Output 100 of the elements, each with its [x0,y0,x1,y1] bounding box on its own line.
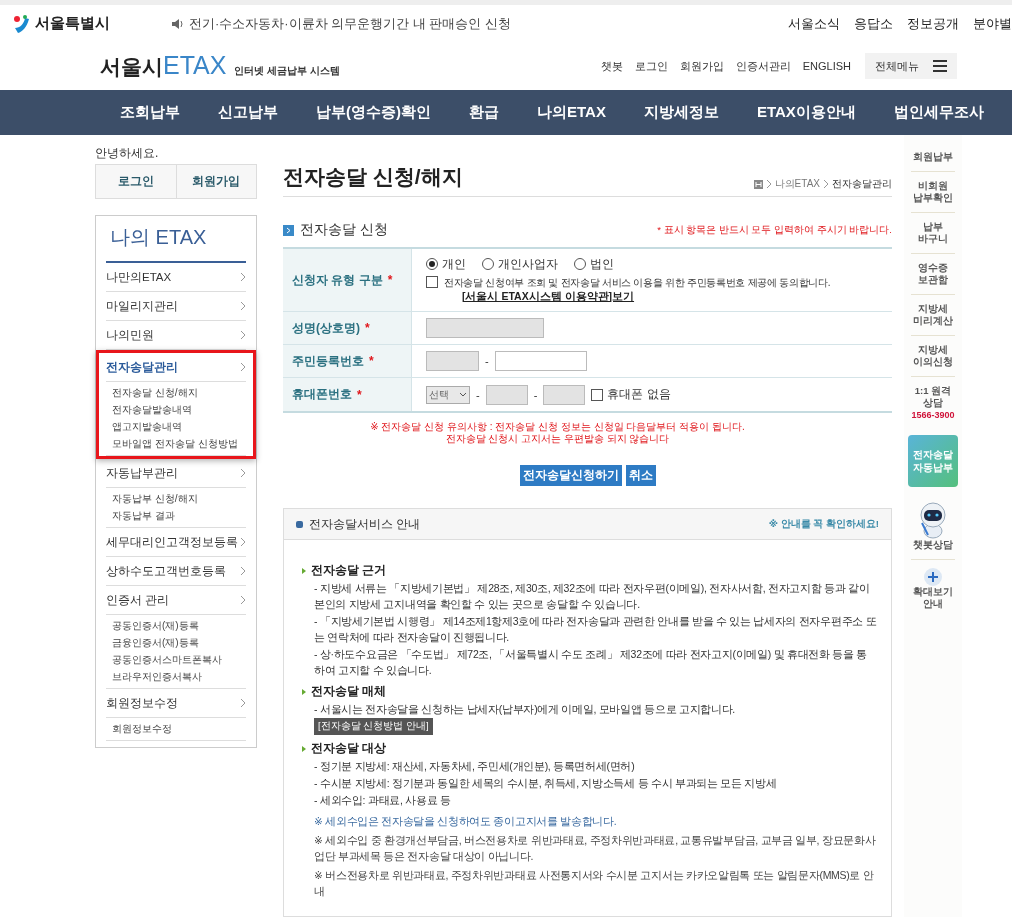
tagline: 인터넷 세금납부 시스템 [234,64,340,78]
side-menu-item[interactable]: 인증서 관리 [106,586,246,615]
side-link[interactable]: 비회원 납부확인 [911,172,955,213]
brand-name[interactable]: 서울시 [100,53,163,81]
checkbox[interactable] [591,388,604,401]
chevron-icon [240,566,246,576]
info-text: - 수시분 지방세: 정기분과 동일한 세목의 수시분, 취득세, 지방소득세 등 수시 부과되는 모든 지방세 [314,776,778,791]
terms-link[interactable]: [서울시 ETAX시스템 이용약관]보기 [462,289,831,304]
side-menu-item[interactable]: 마일리지관리 [106,292,246,321]
apply-button[interactable]: 전자송달신청하기 [519,465,622,486]
side-link[interactable]: 영수증 보관함 [911,254,955,295]
side-link-text: 이의신청 [913,356,953,368]
login-button[interactable]: 회원가입 [175,165,256,198]
side-submenu-item[interactable]: 전자송달발송내역 [112,403,246,417]
side-link[interactable]: 지방세 이의신청 [911,336,955,377]
checkbox[interactable] [426,275,438,288]
side-link[interactable]: 1:1 원격 상담 1566-3900 [911,377,955,429]
side-submenu-item[interactable]: 자동납부 결과 [112,509,246,523]
header-link[interactable]: 로그인 [634,58,668,74]
consent-text: 전자송달 신청여부 조회 및 전자송달 서비스 이용을 위한 주민등록번호 제공에 동의합니다. [444,275,831,290]
phone-number: 1566-3900 [911,409,955,421]
side-submenu-item[interactable]: 공동인증서(재)등록 [112,619,246,633]
nav-item[interactable]: 나의ETAX [537,103,606,122]
side-link-text: 비회원 [918,180,948,192]
breadcrumb-link[interactable]: 전자송달관리 [832,177,892,191]
side-submenu-item[interactable]: 회원정보수정 [112,722,246,736]
side-menu-title: 나의 ETAX [106,216,246,263]
side-link-text: 납부 [923,221,943,233]
nav-item[interactable]: 지방세정보 [643,103,719,122]
chevron-icon [240,272,246,282]
side-link[interactable]: 지방세 미리계산 [911,295,955,336]
side-link[interactable]: 회원납부 [911,143,955,172]
guide-button[interactable]: [전자송달 신청방법 안내] [314,718,433,735]
info-note: ※ 세외수입은 전자송달을 신청하여도 종이고지서를 발송합니다. [314,814,618,829]
side-submenu-item[interactable]: 금융인증서(재)등록 [112,636,246,650]
cancel-button[interactable]: 취소 [625,465,656,486]
bullet-icon [296,520,303,528]
full-menu-button[interactable]: 전체메뉴 [865,53,957,79]
radio-label: 개인 [442,256,466,272]
info-text: - 서울시는 전자송달을 신청하는 납세자(납부자)에게 이메일, 모바일앱 등으로 고지합니다. [314,702,736,717]
nav-item[interactable]: 납부(영수증)확인 [316,103,431,122]
radio-button[interactable] [482,258,494,270]
top-link[interactable]: 분야별 [973,14,1012,33]
side-link[interactable]: 확대보기 안내 [911,560,955,618]
side-menu-item[interactable]: 자동납부관리 [106,459,246,488]
warning-text: ※ 전자송달 신청 유의사항 : 전자송달 신청 정보는 신청일 다음달부터 적용이 됩니다. [370,421,745,433]
side-submenu-item[interactable]: 브라우저인증서복사 [112,670,246,684]
header-link[interactable]: ENGLISH [802,60,851,72]
breadcrumb-link[interactable]: 나의ETAX [774,177,820,191]
side-link[interactable]: 납부 바구니 [911,213,955,254]
carrier-select[interactable]: 선택 [426,385,470,404]
required-mark: * [387,273,393,287]
top-link[interactable]: 응답소 [854,14,893,33]
side-submenu-item[interactable]: 공동인증서스마트폰복사 [112,653,246,667]
header-link[interactable]: 챗봇 [600,58,623,74]
radio-button[interactable] [574,258,586,270]
top-link[interactable]: 서울소식 [788,14,840,33]
side-link-text: 1:1 원격 [914,385,952,397]
login-button[interactable]: 로그인 [96,165,176,198]
nav-item[interactable]: 환급 [469,103,499,122]
chevron-icon [240,362,246,372]
home-icon [753,179,763,189]
side-menu-item[interactable]: 세무대리인고객정보등록 [106,528,246,557]
side-submenu-item[interactable]: 전자송달 신청/해지 [112,386,246,400]
side-link-text: 확대보기 [913,586,953,598]
field-label: 주민등록번호 [292,352,364,370]
caret-icon [459,391,467,398]
side-menu-item[interactable]: 나의민원 [106,321,246,350]
top-link[interactable]: 정보공개 [907,14,959,33]
side-menu-item[interactable]: 상하수도고객번호등록 [106,557,246,586]
required-mark: * [365,321,370,335]
side-link-text: 미리계산 [913,315,953,327]
logo-text[interactable]: 서울특별시 [35,14,110,33]
side-submenu-item[interactable]: 모바일앱 전자송달 신청방법 [112,437,246,451]
nav-item[interactable]: 신고납부 [218,103,278,122]
info-note: ※ 세외수입 중 환경개선부담금, 버스전용차로 위반과태료, 주정차위반과태료, 교통유발부담금, 교부금 일부, 장묘문화사업단 부과세목 등은 전자송달 대상이 아닙니다. [314,833,877,864]
radio-label: 개인사업자 [498,256,558,272]
chevron-icon [765,179,772,189]
side-submenu-item[interactable]: 앱고지발송내역 [112,420,246,434]
required-mark: * [357,387,362,402]
field-label: 신청자 유형 구분 [292,271,383,289]
notice-text[interactable]: 전기·수소자동차·이륜차 의무운행기간 내 판매승인 신청 [189,14,512,33]
nav-item[interactable]: ETAX이용안내 [756,103,856,122]
chevron-icon [240,330,246,340]
header-link[interactable]: 인증서관리 [735,58,791,74]
side-submenu-item[interactable]: 자동납부 신청/해지 [112,492,246,506]
brand-logo[interactable]: ETAX [163,51,227,80]
nav-item[interactable]: 조회납부 [120,103,180,122]
id-number-field[interactable] [494,351,587,371]
radio-button[interactable] [426,258,438,270]
nav-item[interactable]: 법인세무조사 [893,103,984,122]
required-note: * 표시 항목은 반드시 모두 입력하여 주시기 바랍니다. [657,223,892,237]
info-note: ※ 버스전용차로 위반과태료, 주정차위반과태료 사전통지서와 수시분 고지서는 카카오알림톡 또는 알림문자(MMS)로 안내 [314,868,875,899]
side-menu-item[interactable]: 회원정보수정 [106,689,246,718]
side-link[interactable]: 챗봇상담 [911,493,955,560]
side-menu-item[interactable]: 나만의ETAX [106,263,246,292]
header-link[interactable]: 회원가입 [679,58,724,74]
info-heading: 전자송달 대상 [311,740,387,757]
side-menu-item[interactable]: 전자송달관리 [106,353,246,382]
greeting-text: 안녕하세요. [95,145,160,162]
